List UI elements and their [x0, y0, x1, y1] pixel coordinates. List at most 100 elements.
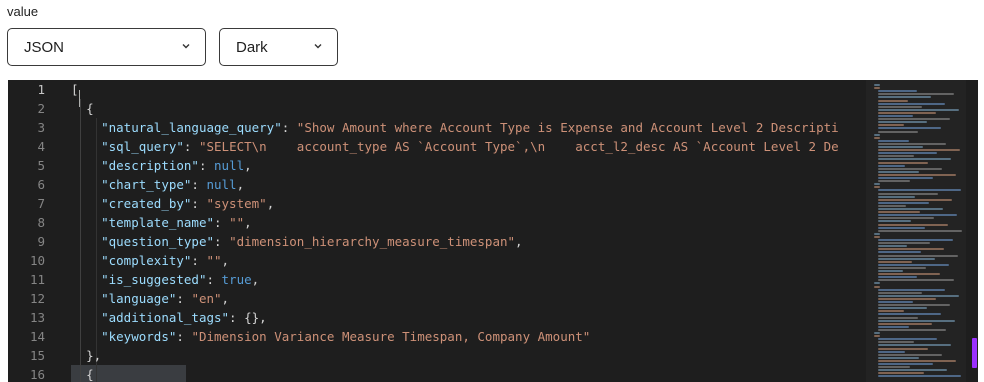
code-editor[interactable]: 1 2 3 4 5 6 7 8 9 10 11 12 13 14 15 16 [ { "natural_lan… [8, 80, 978, 382]
minimap-line [878, 189, 961, 192]
minimap-line [878, 102, 945, 105]
json-punctuation: , [236, 177, 245, 192]
minimap-line [878, 301, 913, 303]
json-key: "created_by" [101, 196, 192, 211]
theme-select[interactable]: Dark [219, 28, 338, 66]
json-punctuation: : [214, 215, 230, 230]
minimap-line [878, 180, 910, 183]
minimap-line [878, 260, 912, 263]
line-number: 13 [29, 310, 45, 325]
minimap-line [878, 155, 914, 158]
minimap-line [878, 220, 911, 223]
code-line: }, [71, 346, 101, 365]
json-key: "chart_type" [101, 177, 192, 192]
code-area[interactable]: [ { "natural_language_query": "Show Amou… [71, 80, 861, 382]
minimap[interactable] [866, 80, 966, 382]
minimap-line [878, 111, 936, 114]
theme-select-value: Dark [236, 38, 268, 56]
minimap-line [878, 99, 908, 102]
line-number-gutter: 1 2 3 4 5 6 7 8 9 10 11 12 13 14 15 16 [8, 80, 70, 382]
line-number: 16 [29, 367, 45, 382]
minimap-line [878, 344, 951, 347]
minimap-line [878, 124, 904, 127]
line-number: 7 [37, 196, 45, 211]
code-line: "sql_query": "SELECT\n account_type AS `… [71, 137, 839, 156]
json-punctuation: : {}, [229, 310, 267, 325]
json-literal: null [214, 158, 245, 173]
line-number: 1 [37, 82, 45, 97]
minimap-line [878, 164, 905, 167]
code-line: "description": null, [71, 156, 252, 175]
minimap-line [878, 239, 953, 241]
json-punctuation: : [214, 234, 230, 249]
minimap-line [878, 291, 922, 294]
json-string: "" [229, 215, 245, 230]
minimap-line [878, 121, 927, 124]
minimap-line [878, 307, 927, 310]
minimap-line [878, 341, 914, 344]
code-line: "question_type": "dimension_hierarchy_me… [71, 232, 523, 251]
minimap-line [878, 325, 909, 328]
minimap-line [878, 127, 941, 130]
code-line: { [71, 99, 94, 118]
minimap-line [878, 319, 955, 322]
json-punctuation: : [176, 291, 192, 306]
minimap-line [878, 204, 906, 207]
minimap-line [878, 139, 909, 142]
minimap-line [878, 322, 932, 325]
minimap-line [878, 198, 952, 201]
minimap-line [878, 149, 960, 152]
json-punctuation: : [191, 253, 207, 268]
minimap-line [878, 142, 946, 145]
json-punctuation: , [266, 196, 275, 211]
minimap-line [878, 363, 933, 365]
minimap-line [878, 130, 918, 133]
line-number: 8 [37, 215, 45, 230]
scrollbar-thumb[interactable] [972, 338, 977, 368]
line-number: 15 [29, 348, 45, 363]
chevron-down-icon [314, 44, 322, 49]
json-punctuation: : [176, 329, 192, 344]
json-literal: null [206, 177, 237, 192]
minimap-line [878, 350, 905, 353]
minimap-line [874, 282, 880, 285]
format-select[interactable]: JSON [7, 28, 206, 66]
minimap-line [878, 208, 943, 210]
code-line: "created_by": "system", [71, 194, 274, 213]
json-punctuation: : [191, 177, 207, 192]
json-punctuation: : [281, 120, 297, 135]
minimap-line [878, 254, 958, 257]
minimap-line [878, 211, 920, 214]
minimap-line [874, 87, 880, 90]
json-punctuation: , [515, 234, 523, 249]
minimap-line [878, 310, 904, 313]
json-punctuation: }, [86, 348, 102, 363]
json-punctuation: : [191, 196, 207, 211]
json-punctuation: , [244, 215, 252, 230]
code-line: "template_name": "", [71, 213, 252, 232]
json-key: "description" [101, 158, 199, 173]
minimap-line [878, 366, 910, 369]
json-literal: true [221, 272, 252, 287]
chevron-down-icon [182, 44, 190, 49]
minimap-line [878, 173, 956, 176]
minimap-line [878, 347, 928, 350]
minimap-line [878, 294, 959, 297]
minimap-line [878, 251, 921, 254]
code-line: [ [71, 80, 79, 99]
minimap-line [878, 245, 907, 248]
minimap-line [874, 133, 880, 136]
line-number: 3 [37, 120, 45, 135]
minimap-line [878, 177, 933, 179]
minimap-line [878, 146, 923, 148]
minimap-line [878, 192, 938, 195]
code-line: "additional_tags": {}, [71, 308, 267, 327]
json-punctuation: { [86, 101, 94, 116]
json-punctuation: , [251, 272, 260, 287]
minimap-line [878, 217, 934, 220]
json-punctuation: : [198, 158, 215, 173]
minimap-line [878, 223, 948, 226]
minimap-line [878, 257, 935, 260]
code-line: "keywords": "Dimension Variance Measure … [71, 327, 590, 346]
line-number: 9 [37, 234, 45, 249]
